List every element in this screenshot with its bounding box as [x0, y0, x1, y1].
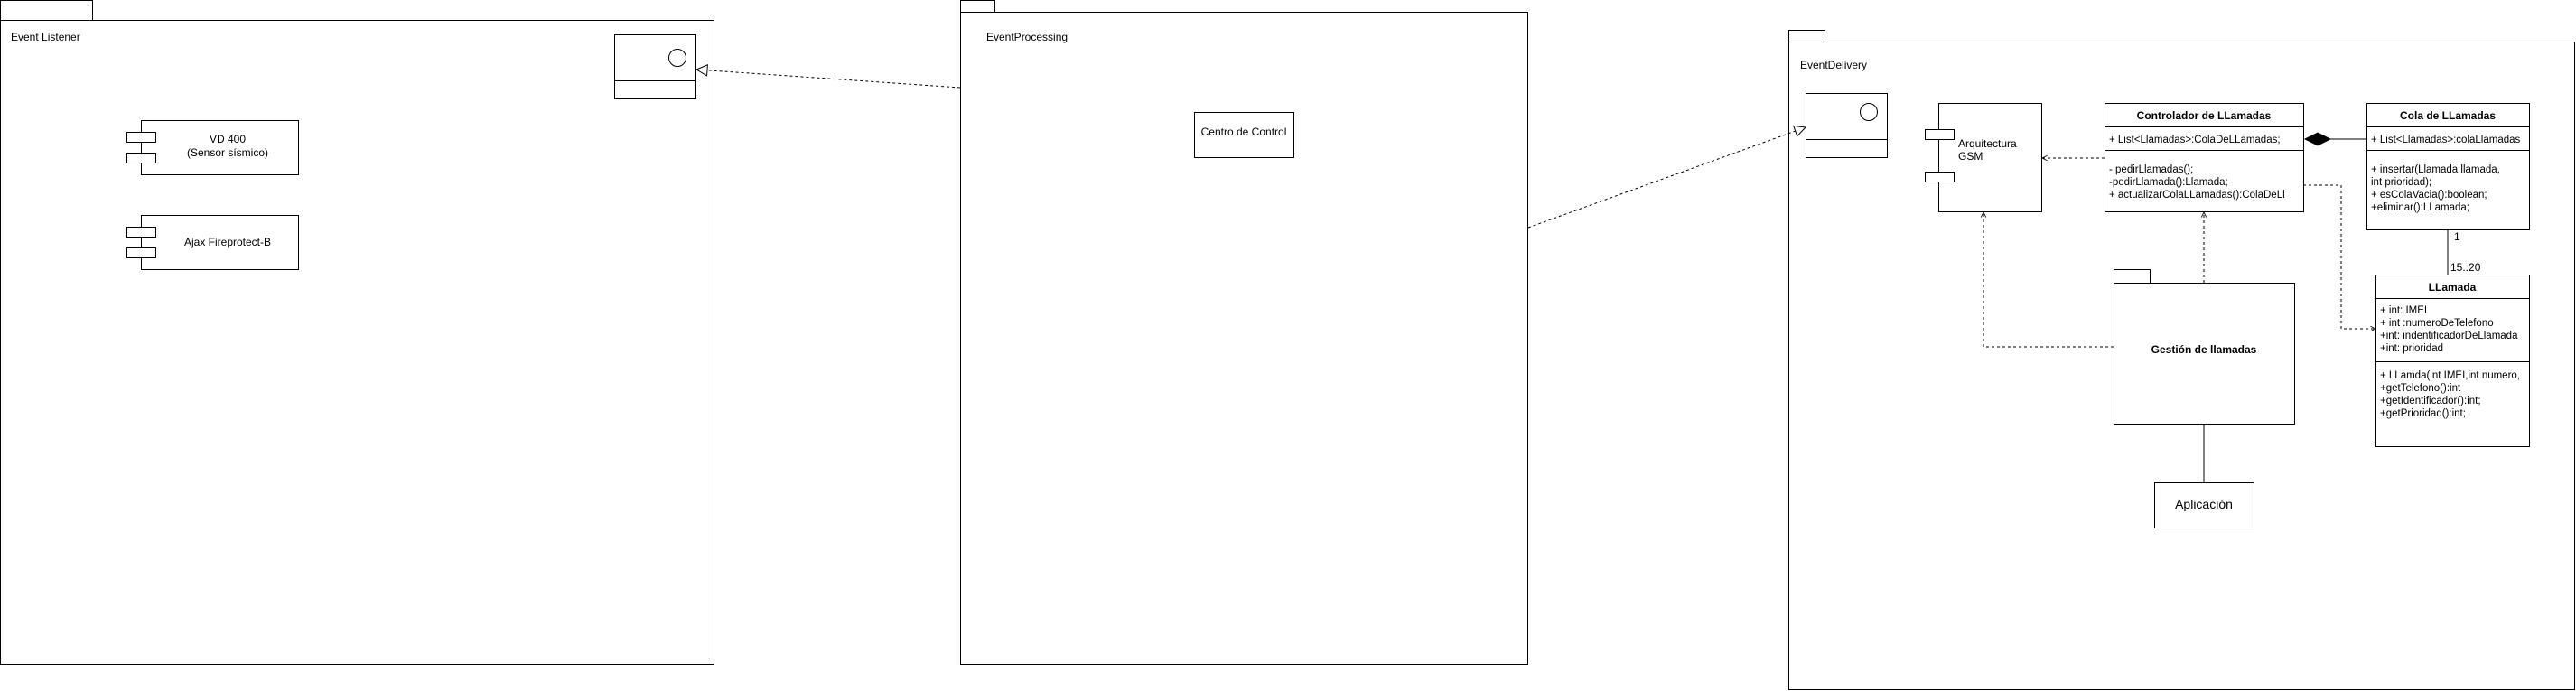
- package-gestion-label: Gestión de llamadas: [2151, 343, 2257, 356]
- realization-processing-to-delivery[interactable]: [1527, 127, 1806, 229]
- class-cola-attribute: + List<Llamadas>:colaLlamadas: [2371, 135, 2521, 145]
- component-port-icon: [126, 247, 156, 258]
- uml-diagram-canvas: Event Listener VD 400 (Sensor sísmico) A…: [0, 0, 2575, 690]
- class-llamada-method: +getIdentificador():int;: [2380, 396, 2481, 406]
- class-controlador-method: + actualizarColaLLamadas():ColaDeLl: [2109, 190, 2285, 201]
- package-event-delivery-label: EventDelivery: [1800, 59, 1867, 71]
- class-cola-method: int prioridad);: [2371, 177, 2431, 188]
- class-cola-method: + esColaVacia():boolean;: [2371, 190, 2487, 201]
- class-controlador-attribute: + List<Llamadas>:ColaDeLLamadas;: [2109, 135, 2281, 145]
- multiplicity-llamada-end: 15..20: [2450, 261, 2481, 274]
- class-cola-title: Cola de LLamadas: [2400, 109, 2496, 122]
- package-event-listener-label: Event Listener: [11, 31, 80, 43]
- component-aplicacion[interactable]: Aplicación: [2154, 482, 2254, 528]
- class-controlador-de-llamadas[interactable]: Controlador de LLamadas + List<Llamadas>…: [2105, 103, 2304, 212]
- class-llamada-attribute: + int :numeroDeTelefono: [2380, 318, 2494, 329]
- package-event-listener[interactable]: Event Listener: [0, 0, 714, 665]
- class-llamada-title: LLamada: [2429, 281, 2477, 294]
- interface-box-listener[interactable]: [614, 34, 696, 99]
- class-controlador-title: Controlador de LLamadas: [2137, 109, 2272, 122]
- interface-circle-icon: [1860, 103, 1878, 121]
- arquitectura-label-line1: Arquitectura: [1958, 137, 2017, 150]
- component-port-icon: [1925, 129, 1955, 140]
- multiplicity-cola-end: 1: [2454, 230, 2460, 243]
- class-llamada[interactable]: LLamada + int: IMEI + int :numeroDeTelef…: [2375, 275, 2530, 447]
- component-ajax-fireprotect[interactable]: Ajax Fireprotect-B: [126, 215, 299, 270]
- class-cola-method: + insertar(Llamada llamada,: [2371, 164, 2500, 175]
- interface-circle-icon: [668, 49, 686, 67]
- component-centro-de-control[interactable]: Centro de Control: [1194, 112, 1294, 158]
- component-ajax-label: Ajax Fireprotect-B: [184, 236, 271, 248]
- component-arquitectura-gsm[interactable]: Arquitectura GSM: [1925, 103, 2042, 212]
- package-event-processing[interactable]: EventProcessing: [960, 0, 1528, 665]
- centro-de-control-label: Centro de Control: [1201, 126, 1287, 138]
- class-cola-method: +eliminar():LLamada;: [2371, 202, 2469, 213]
- arquitectura-label-line2: GSM: [1958, 150, 1983, 163]
- aplicacion-label: Aplicación: [2175, 497, 2233, 511]
- component-port-icon: [126, 153, 156, 163]
- class-llamada-attribute: +int: indentificadorDeLlamada: [2380, 331, 2518, 341]
- class-llamada-attribute: + int: IMEI: [2380, 305, 2427, 316]
- class-cola-de-llamadas[interactable]: Cola de LLamadas + List<Llamadas>:colaLl…: [2366, 103, 2530, 230]
- class-llamada-method: +getTelefono():int: [2380, 383, 2461, 394]
- realization-processing-to-listener[interactable]: [696, 70, 961, 89]
- class-llamada-method: +getPrioridad():int;: [2380, 408, 2466, 419]
- package-gestion-de-llamadas[interactable]: Gestión de llamadas: [2114, 269, 2295, 425]
- package-event-processing-label: EventProcessing: [986, 31, 1068, 43]
- interface-box-delivery[interactable]: [1806, 93, 1888, 158]
- component-vd400-subtitle: (Sensor sísmico): [187, 146, 268, 159]
- class-controlador-method: - pedirLlamadas();: [2109, 164, 2193, 175]
- class-controlador-method: -pedirLlamada():Llamada;: [2109, 177, 2228, 188]
- component-port-icon: [126, 227, 156, 238]
- component-vd400[interactable]: VD 400 (Sensor sísmico): [126, 120, 299, 175]
- class-llamada-method: + LLamda(int IMEI,int numero,: [2380, 370, 2520, 381]
- component-vd400-title: VD 400: [210, 133, 246, 145]
- component-port-icon: [1925, 172, 1955, 182]
- class-llamada-attribute: +int: prioridad: [2380, 343, 2443, 354]
- component-port-icon: [126, 132, 156, 143]
